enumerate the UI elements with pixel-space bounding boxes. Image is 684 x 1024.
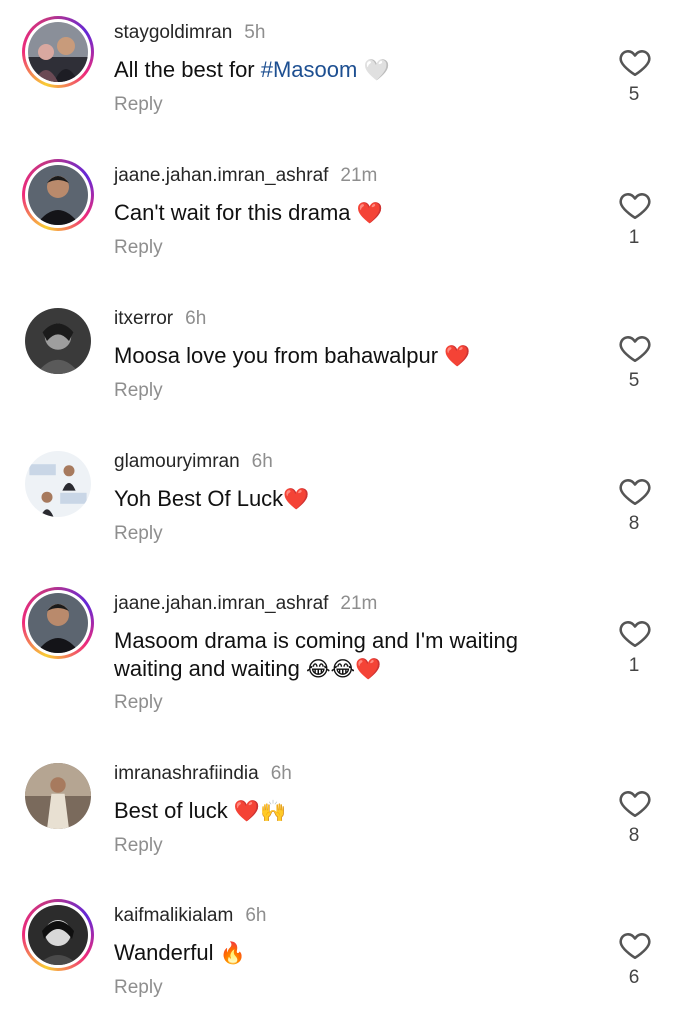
avatar[interactable] [22, 159, 94, 231]
avatar[interactable] [22, 587, 94, 659]
comment-body: Wanderful [114, 940, 220, 965]
reply-button[interactable]: Reply [114, 835, 163, 857]
username[interactable]: staygoldimran [114, 22, 232, 44]
username[interactable]: itxerror [114, 308, 173, 330]
comment-body: Yoh Best Of Luck [114, 486, 284, 511]
like-count: 5 [628, 370, 640, 391]
avatar-image [28, 165, 88, 225]
like-count: 5 [628, 84, 640, 105]
red-heart-emoji: ❤️ [356, 201, 383, 225]
comment-meta: itxerror 6h [114, 308, 206, 332]
timestamp: 5h [244, 22, 266, 43]
comment-body: Best of luck [114, 798, 234, 823]
username[interactable]: kaifmalikialam [114, 905, 233, 927]
comment-body: Can't wait for this drama [114, 200, 357, 225]
heart-outline-icon[interactable] [618, 474, 652, 508]
reply-button[interactable]: Reply [114, 380, 163, 402]
red-heart-emoji: ❤️ [444, 344, 471, 368]
username[interactable]: imranashrafiindia [114, 763, 259, 785]
username[interactable]: jaane.jahan.imran_ashraf [114, 165, 328, 187]
heart-outline-icon[interactable] [618, 331, 652, 365]
comment-body: All the best for [114, 57, 261, 82]
like-count: 8 [628, 825, 640, 846]
avatar-image [25, 763, 91, 829]
comment-text: Masoom drama is coming and I'm waiting w… [114, 627, 564, 683]
timestamp: 6h [245, 905, 267, 926]
comment-item: itxerror 6h Moosa love you from bahawalp… [0, 288, 684, 428]
comment-text: Yoh Best Of Luck❤️ [114, 485, 584, 513]
reply-button[interactable]: Reply [114, 977, 163, 999]
fire-emoji: 🔥 [219, 941, 246, 965]
reply-button[interactable]: Reply [114, 94, 163, 116]
timestamp: 6h [251, 451, 273, 472]
white-heart-emoji: 🤍 [363, 58, 390, 82]
laughing-heart-emoji: 😂😂❤️ [306, 657, 382, 681]
comment-text: Wanderful 🔥 [114, 939, 584, 967]
heart-outline-icon[interactable] [618, 928, 652, 962]
red-heart-emoji: ❤️ [283, 487, 310, 511]
comment-meta: jaane.jahan.imran_ashraf 21m [114, 165, 377, 189]
reply-button[interactable]: Reply [114, 523, 163, 545]
heart-raised-hands-emoji: ❤️🙌 [233, 799, 287, 823]
comment-meta: jaane.jahan.imran_ashraf 21m [114, 593, 377, 617]
avatar[interactable] [22, 899, 94, 971]
comment-text: Can't wait for this drama ❤️ [114, 199, 584, 227]
avatar[interactable] [25, 763, 91, 829]
heart-outline-icon[interactable] [618, 616, 652, 650]
heart-outline-icon[interactable] [618, 786, 652, 820]
comment-body: Moosa love you from bahawalpur [114, 343, 445, 368]
comment-meta: staygoldimran 5h [114, 22, 265, 46]
avatar[interactable] [22, 16, 94, 88]
comment-item: glamouryimran 6h Yoh Best Of Luck❤️ Repl… [0, 431, 684, 571]
avatar-image [25, 451, 91, 517]
username[interactable]: jaane.jahan.imran_ashraf [114, 593, 328, 615]
reply-button[interactable]: Reply [114, 237, 163, 259]
heart-outline-icon[interactable] [618, 45, 652, 79]
avatar-image [28, 905, 88, 965]
comment-item: imranashrafiindia 6h Best of luck ❤️🙌 Re… [0, 743, 684, 883]
like-count: 8 [628, 513, 640, 534]
avatar[interactable] [25, 451, 91, 517]
like-count: 1 [628, 227, 640, 248]
like-count: 6 [628, 967, 640, 988]
comment-text: All the best for #Masoom 🤍 [114, 56, 584, 84]
heart-outline-icon[interactable] [618, 188, 652, 222]
avatar-image [28, 593, 88, 653]
timestamp: 21m [340, 593, 378, 614]
comment-meta: glamouryimran 6h [114, 451, 273, 475]
timestamp: 6h [185, 308, 207, 329]
comment-meta: kaifmalikialam 6h [114, 905, 266, 929]
avatar-image [28, 22, 88, 82]
avatar[interactable] [25, 308, 91, 374]
avatar-image [25, 308, 91, 374]
comment-item: jaane.jahan.imran_ashraf 21m Can't wait … [0, 145, 684, 285]
comment-text: Best of luck ❤️🙌 [114, 797, 584, 825]
timestamp: 6h [270, 763, 292, 784]
comment-meta: imranashrafiindia 6h [114, 763, 292, 787]
comment-text: Moosa love you from bahawalpur ❤️ [114, 342, 584, 370]
hashtag-link[interactable]: #Masoom [261, 57, 358, 82]
reply-button[interactable]: Reply [114, 692, 163, 714]
comment-item: staygoldimran 5h All the best for #Masoo… [0, 2, 684, 142]
timestamp: 21m [340, 165, 378, 186]
like-count: 1 [628, 655, 640, 676]
username[interactable]: glamouryimran [114, 451, 240, 473]
comment-item: kaifmalikialam 6h Wanderful 🔥 Reply 6 [0, 885, 684, 1024]
comment-item: jaane.jahan.imran_ashraf 21m Masoom dram… [0, 573, 684, 743]
